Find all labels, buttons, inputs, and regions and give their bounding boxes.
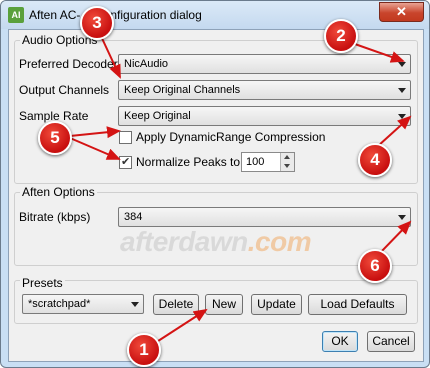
arrow-5a [69,126,121,139]
annotation-arrows [69,33,412,344]
arrow-4 [377,115,412,147]
annotation-badge-3: 3 [80,6,114,40]
arrow-3 [99,33,121,79]
annotation-badge-6: 6 [358,249,392,283]
arrow-5b [69,137,121,160]
annotation-badge-1: 1 [127,333,161,367]
annotation-badge-4: 4 [358,143,392,177]
annotation-badge-2: 2 [324,19,358,53]
annotation-badge-5: 5 [38,121,72,155]
arrow-1 [154,308,208,344]
arrow-2 [351,42,405,63]
